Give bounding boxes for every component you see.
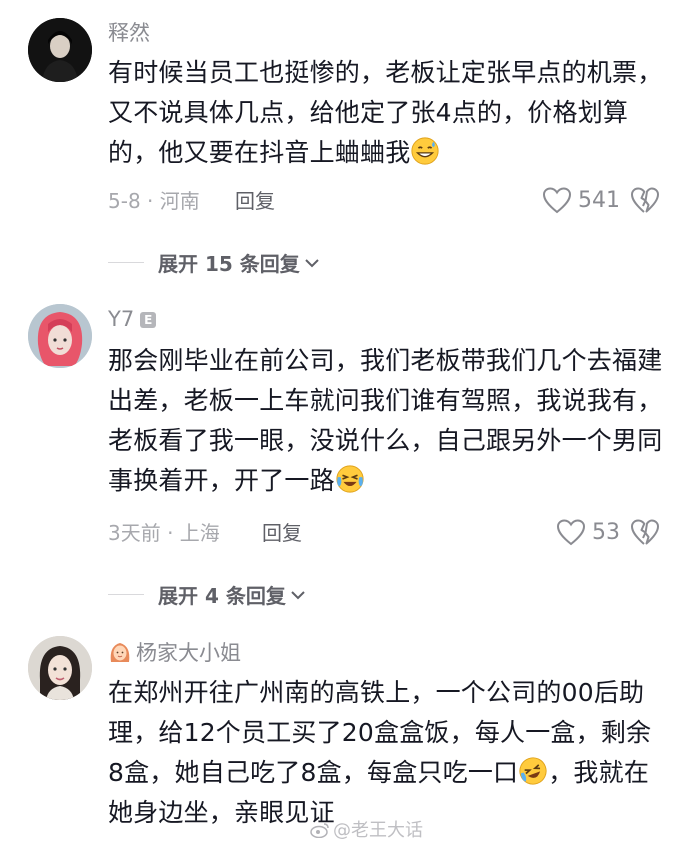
reply-button[interactable]: 回复 xyxy=(235,188,275,214)
expand-replies-button[interactable]: 展开 15 条回复 xyxy=(108,248,320,277)
crying-laughing-emoji xyxy=(336,465,364,493)
like-button[interactable]: 53 xyxy=(556,518,620,546)
woman-emoji-icon xyxy=(110,643,130,662)
comment-meta: 3天前 · 上海 xyxy=(108,521,220,545)
comment-author[interactable]: Y7 E xyxy=(108,306,157,332)
comment-meta: 5-8 · 河南 xyxy=(108,189,200,213)
avatar[interactable] xyxy=(28,636,92,700)
broken-heart-icon xyxy=(631,519,659,545)
author-name: Y7 xyxy=(108,307,135,331)
comment-author[interactable]: 释然 xyxy=(108,20,150,46)
like-count: 53 xyxy=(592,519,620,545)
comment-author[interactable]: 杨家大小姐 xyxy=(108,640,241,666)
avatar[interactable] xyxy=(28,304,92,368)
watermark-text: @老王大话 xyxy=(333,820,423,841)
grinning-sweat-emoji xyxy=(411,137,439,165)
author-name: 杨家大小姐 xyxy=(136,641,241,665)
broken-heart-icon xyxy=(631,187,659,213)
expand-replies-button[interactable]: 展开 4 条回复 xyxy=(108,580,306,609)
like-count: 541 xyxy=(578,187,620,213)
rolling-laughing-emoji xyxy=(519,757,547,785)
watermark: @老王大话 xyxy=(310,816,423,842)
avatar[interactable] xyxy=(28,18,92,82)
comment-text: 那会刚毕业在前公司，我们老板带我们几个去福建出差，老板一上车就问我们谁有驾照，我… xyxy=(108,341,663,501)
weibo-logo-icon xyxy=(310,823,329,839)
author-badge: E xyxy=(140,312,157,328)
expand-replies-label: 展开 4 条回复 xyxy=(158,584,286,608)
heart-icon xyxy=(556,519,586,546)
dislike-button[interactable] xyxy=(630,518,660,550)
like-button[interactable]: 541 xyxy=(542,186,620,214)
chevron-down-icon xyxy=(305,258,319,267)
expand-replies-label: 展开 15 条回复 xyxy=(158,252,300,276)
comment-text-body: 那会刚毕业在前公司，我们老板带我们几个去福建出差，老板一上车就问我们谁有驾照，我… xyxy=(108,346,663,495)
dislike-button[interactable] xyxy=(630,186,660,218)
heart-icon xyxy=(542,187,572,214)
chevron-down-icon xyxy=(291,590,305,599)
reply-button[interactable]: 回复 xyxy=(262,520,302,546)
comment-text-body: 有时候当员工也挺惨的，老板让定张早点的机票，又不说具体几点，给他定了张4点的，价… xyxy=(108,58,663,167)
comment-text: 有时候当员工也挺惨的，老板让定张早点的机票，又不说具体几点，给他定了张4点的，价… xyxy=(108,53,663,173)
divider-line xyxy=(108,262,144,263)
divider-line xyxy=(108,594,144,595)
comment-text: 在郑州开往广州南的高铁上，一个公司的00后助理，给12个员工买了20盒盒饭，每人… xyxy=(108,673,663,833)
